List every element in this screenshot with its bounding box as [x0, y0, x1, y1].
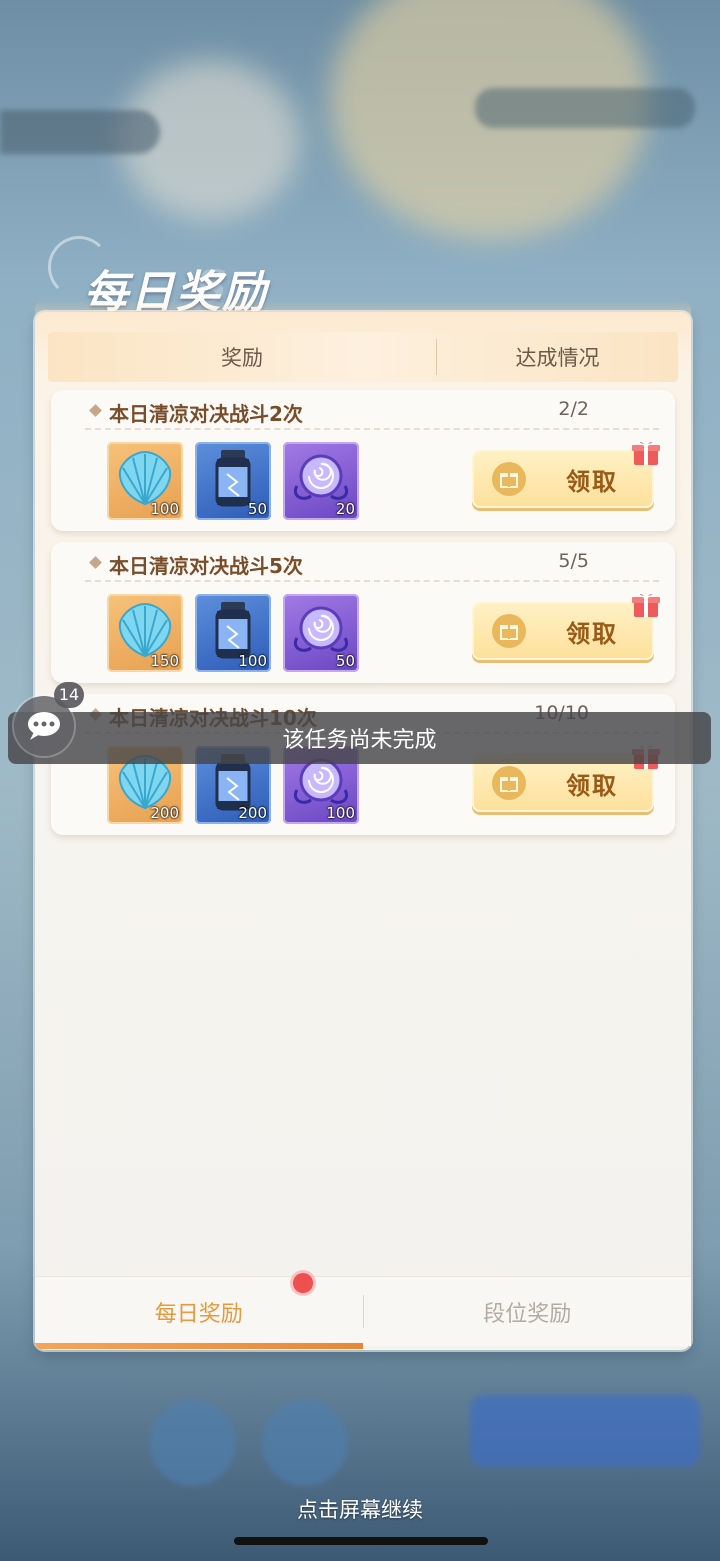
- task-row: 本日清凉对决战斗2次 2/2 100 50 20 领取: [51, 390, 675, 531]
- reward-item-orb[interactable]: 50: [283, 594, 359, 672]
- bullet-icon: [89, 404, 102, 417]
- reward-qty: 200: [150, 804, 179, 822]
- claim-label: 领取: [566, 619, 618, 648]
- task-title: 本日清凉对决战斗2次: [109, 402, 303, 426]
- gift-badge-icon: [632, 592, 660, 617]
- background-top-bar: [0, 110, 160, 154]
- gift-badge-icon: [632, 440, 660, 465]
- table-header: 奖励 达成情况: [48, 332, 678, 382]
- tab-bar: 每日奖励 段位奖励: [35, 1276, 691, 1346]
- toast-message: 该任务尚未完成: [8, 712, 711, 764]
- continue-hint[interactable]: 点击屏幕继续: [0, 1494, 720, 1524]
- reward-item-shell[interactable]: 100: [107, 442, 183, 520]
- reward-qty: 50: [335, 652, 355, 670]
- reward-item-shell[interactable]: 150: [107, 594, 183, 672]
- task-title: 本日清凉对决战斗5次: [109, 554, 303, 578]
- reward-qty: 100: [326, 804, 355, 822]
- divider: [85, 428, 659, 430]
- divider: [85, 580, 659, 582]
- claim-label: 领取: [566, 467, 618, 496]
- gift-box-icon: [492, 462, 526, 496]
- task-row: 本日清凉对决战斗5次 5/5 150 100 50 领取: [51, 542, 675, 683]
- reward-qty: 100: [150, 500, 179, 518]
- header-reward: 奖励: [221, 346, 263, 370]
- gift-box-icon: [492, 766, 526, 800]
- chat-icon: [28, 712, 60, 740]
- active-tab-indicator: [35, 1343, 363, 1349]
- reward-qty: 200: [238, 804, 267, 822]
- claim-label: 领取: [566, 771, 618, 800]
- notification-dot: [293, 1273, 313, 1293]
- reward-qty: 50: [247, 500, 267, 518]
- toast-text: 该任务尚未完成: [282, 728, 437, 753]
- home-indicator[interactable]: [234, 1537, 488, 1545]
- task-progress: 5/5: [558, 550, 589, 572]
- background-button: [470, 1395, 700, 1467]
- tab-daily-reward[interactable]: 每日奖励: [35, 1277, 363, 1346]
- reward-item-bottle[interactable]: 50: [195, 442, 271, 520]
- header-status: 达成情况: [515, 346, 600, 370]
- reward-item-bottle[interactable]: 100: [195, 594, 271, 672]
- claim-button[interactable]: 领取: [472, 450, 654, 508]
- reward-item-orb[interactable]: 20: [283, 442, 359, 520]
- chat-unread-badge: 14: [54, 682, 84, 708]
- gift-box-icon: [492, 614, 526, 648]
- task-progress: 2/2: [558, 398, 589, 420]
- reward-qty: 20: [335, 500, 355, 518]
- reward-qty: 150: [150, 652, 179, 670]
- tab-rank-reward[interactable]: 段位奖励: [364, 1277, 692, 1346]
- claim-button[interactable]: 领取: [472, 602, 654, 660]
- bullet-icon: [89, 556, 102, 569]
- background-top-right: [475, 88, 695, 128]
- reward-qty: 100: [238, 652, 267, 670]
